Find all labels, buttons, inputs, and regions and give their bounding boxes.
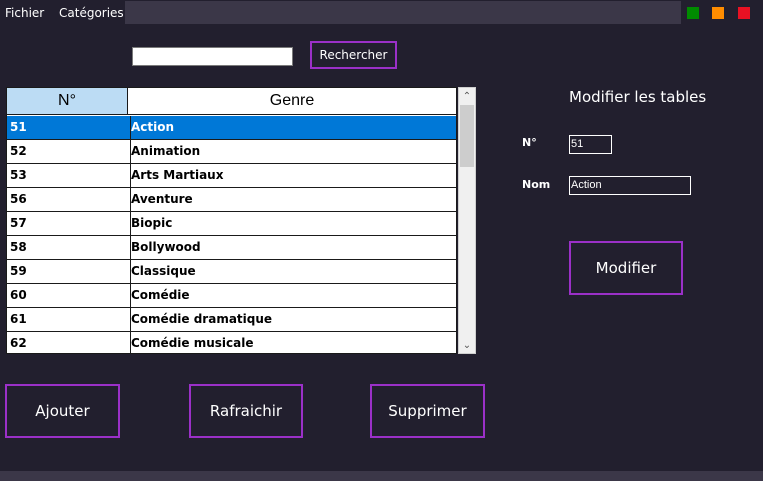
table-row[interactable]: 56 Aventure	[7, 188, 456, 212]
delete-button[interactable]: Supprimer	[370, 384, 485, 438]
cell-num: 53	[10, 168, 27, 182]
name-label: Nom	[522, 178, 551, 191]
search-button[interactable]: Rechercher	[310, 41, 397, 69]
menu-bar: Fichier Catégories	[0, 0, 763, 26]
cell-num: 60	[10, 288, 27, 302]
menu-fichier[interactable]: Fichier	[5, 6, 44, 20]
table-row[interactable]: 58 Bollywood	[7, 236, 456, 260]
table-row[interactable]: 57 Biopic	[7, 212, 456, 236]
cell-genre: Animation	[130, 140, 450, 163]
cell-num: 62	[10, 336, 27, 350]
cell-num: 61	[10, 312, 27, 326]
add-button[interactable]: Ajouter	[5, 384, 120, 438]
cell-genre: Arts Martiaux	[130, 164, 450, 187]
cell-num: 59	[10, 264, 27, 278]
cell-num: 52	[10, 144, 27, 158]
genre-table: N° Genre 51 Action 52 Animation 53 Arts …	[6, 87, 457, 354]
edit-panel-title: Modifier les tables	[569, 88, 707, 106]
scroll-thumb[interactable]	[460, 105, 474, 167]
close-button[interactable]	[738, 7, 750, 19]
cell-num: 57	[10, 216, 27, 230]
table-row[interactable]: 53 Arts Martiaux	[7, 164, 456, 188]
column-header-num[interactable]: N°	[7, 88, 127, 114]
modify-button[interactable]: Modifier	[569, 241, 683, 295]
cell-genre: Comédie dramatique	[130, 308, 450, 331]
cell-genre: Comédie	[130, 284, 450, 307]
title-strip[interactable]	[125, 1, 681, 24]
refresh-button[interactable]: Rafraichir	[189, 384, 303, 438]
table-header: N° Genre	[7, 88, 456, 115]
cell-genre: Biopic	[130, 212, 450, 235]
cell-genre: Bollywood	[130, 236, 450, 259]
scroll-down-icon[interactable]: ⌄	[459, 337, 475, 353]
num-label: N°	[522, 136, 537, 149]
table-row[interactable]: 61 Comédie dramatique	[7, 308, 456, 332]
scroll-up-icon[interactable]: ⌃	[459, 88, 475, 104]
cell-genre: Classique	[130, 260, 450, 283]
menu-categories[interactable]: Catégories	[59, 6, 124, 20]
cell-genre: Action	[130, 116, 450, 139]
column-header-genre[interactable]: Genre	[127, 88, 456, 114]
num-field[interactable]: 51	[569, 135, 612, 154]
maximize-button[interactable]	[687, 7, 699, 19]
cell-genre: Aventure	[130, 188, 450, 211]
cell-genre: Comédie musicale	[130, 332, 450, 353]
bottom-strip	[0, 471, 763, 481]
search-input[interactable]	[132, 47, 293, 66]
cell-num: 51	[10, 120, 27, 134]
table-row[interactable]: 62 Comédie musicale	[7, 332, 456, 353]
name-field[interactable]: Action	[569, 176, 691, 195]
table-row[interactable]: 59 Classique	[7, 260, 456, 284]
table-scrollbar[interactable]: ⌃ ⌄	[458, 87, 476, 354]
cell-num: 56	[10, 192, 27, 206]
cell-num: 58	[10, 240, 27, 254]
minimize-button[interactable]	[712, 7, 724, 19]
table-row[interactable]: 60 Comédie	[7, 284, 456, 308]
table-row[interactable]: 51 Action	[7, 116, 456, 140]
table-row[interactable]: 52 Animation	[7, 140, 456, 164]
